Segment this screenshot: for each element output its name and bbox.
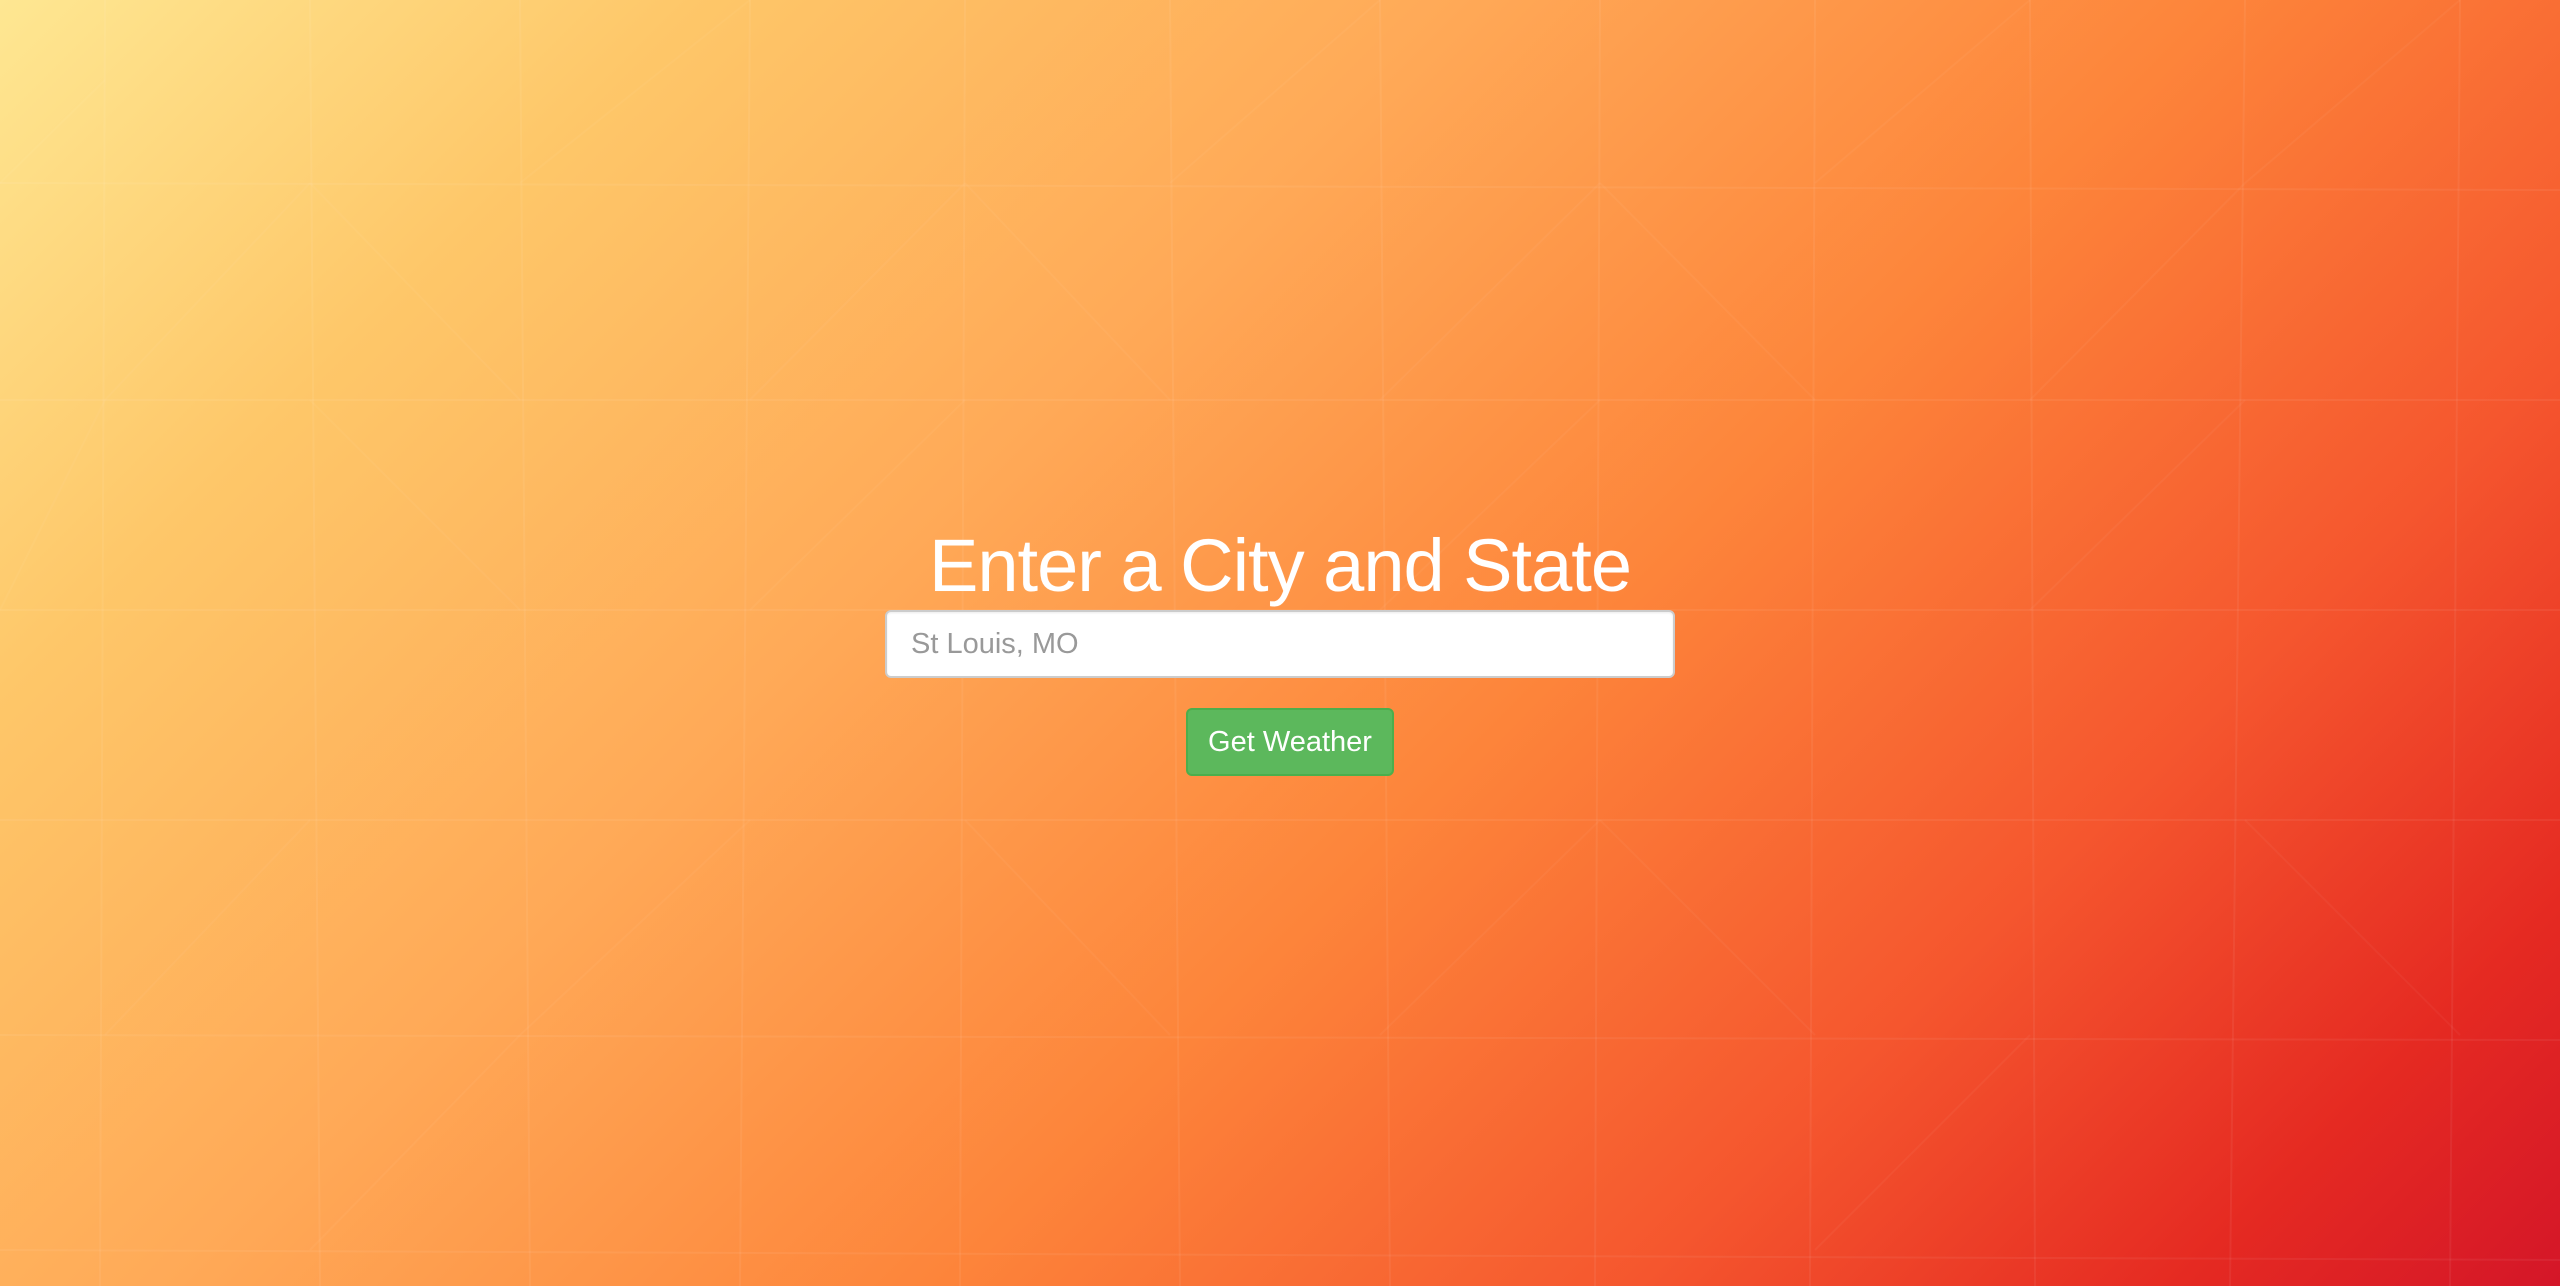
get-weather-button[interactable]: Get Weather (1186, 708, 1394, 776)
search-panel: Enter a City and State Get Weather (0, 522, 2560, 776)
city-state-input[interactable] (885, 610, 1675, 678)
page-title: Enter a City and State (929, 524, 1632, 607)
